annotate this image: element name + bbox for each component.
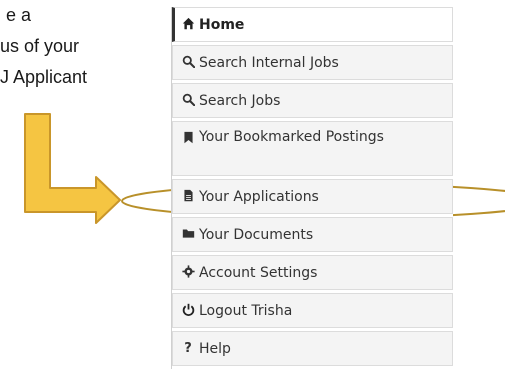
menu-item-bookmarked-postings[interactable]: Your Bookmarked Postings [172,121,453,176]
menu-item-account-settings[interactable]: Account Settings [172,255,453,290]
menu-item-label: Help [199,340,231,357]
menu-item-label: Your Bookmarked Postings [199,129,384,145]
menu-item-home[interactable]: Home [172,7,453,42]
gear-icon [181,264,195,281]
menu-item-label: Home [199,16,245,33]
menu-item-label: Search Internal Jobs [199,54,339,71]
menu-item-search-jobs[interactable]: Search Jobs [172,83,453,118]
search-icon [181,55,195,71]
menu-item-label: Logout Trisha [199,302,293,319]
document-line: e a [6,5,32,25]
home-icon [181,17,195,33]
menu-item-search-internal-jobs[interactable]: Search Internal Jobs [172,45,453,80]
menu-item-your-applications[interactable]: Your Applications [172,179,453,214]
account-menu: Home Search Internal Jobs Search Jobs Yo… [171,7,453,369]
document-line: us of your [0,36,80,56]
menu-item-help[interactable]: ? Help [172,331,453,366]
menu-item-label: Search Jobs [199,92,281,109]
document-text: e a us of your J Applicant [0,0,87,93]
search-icon [181,93,195,109]
menu-item-label: Account Settings [199,264,318,281]
question-icon: ? [184,341,192,356]
menu-item-label: Your Documents [199,226,314,243]
menu-item-label: Your Applications [199,188,319,205]
pointer-arrow [24,113,121,224]
document-icon [181,189,195,205]
menu-item-your-documents[interactable]: Your Documents [172,217,453,252]
folder-icon [181,227,195,243]
menu-item-logout[interactable]: Logout Trisha [172,293,453,328]
document-line: J Applicant [0,67,88,87]
bookmark-icon [181,130,195,149]
power-icon [181,303,195,319]
